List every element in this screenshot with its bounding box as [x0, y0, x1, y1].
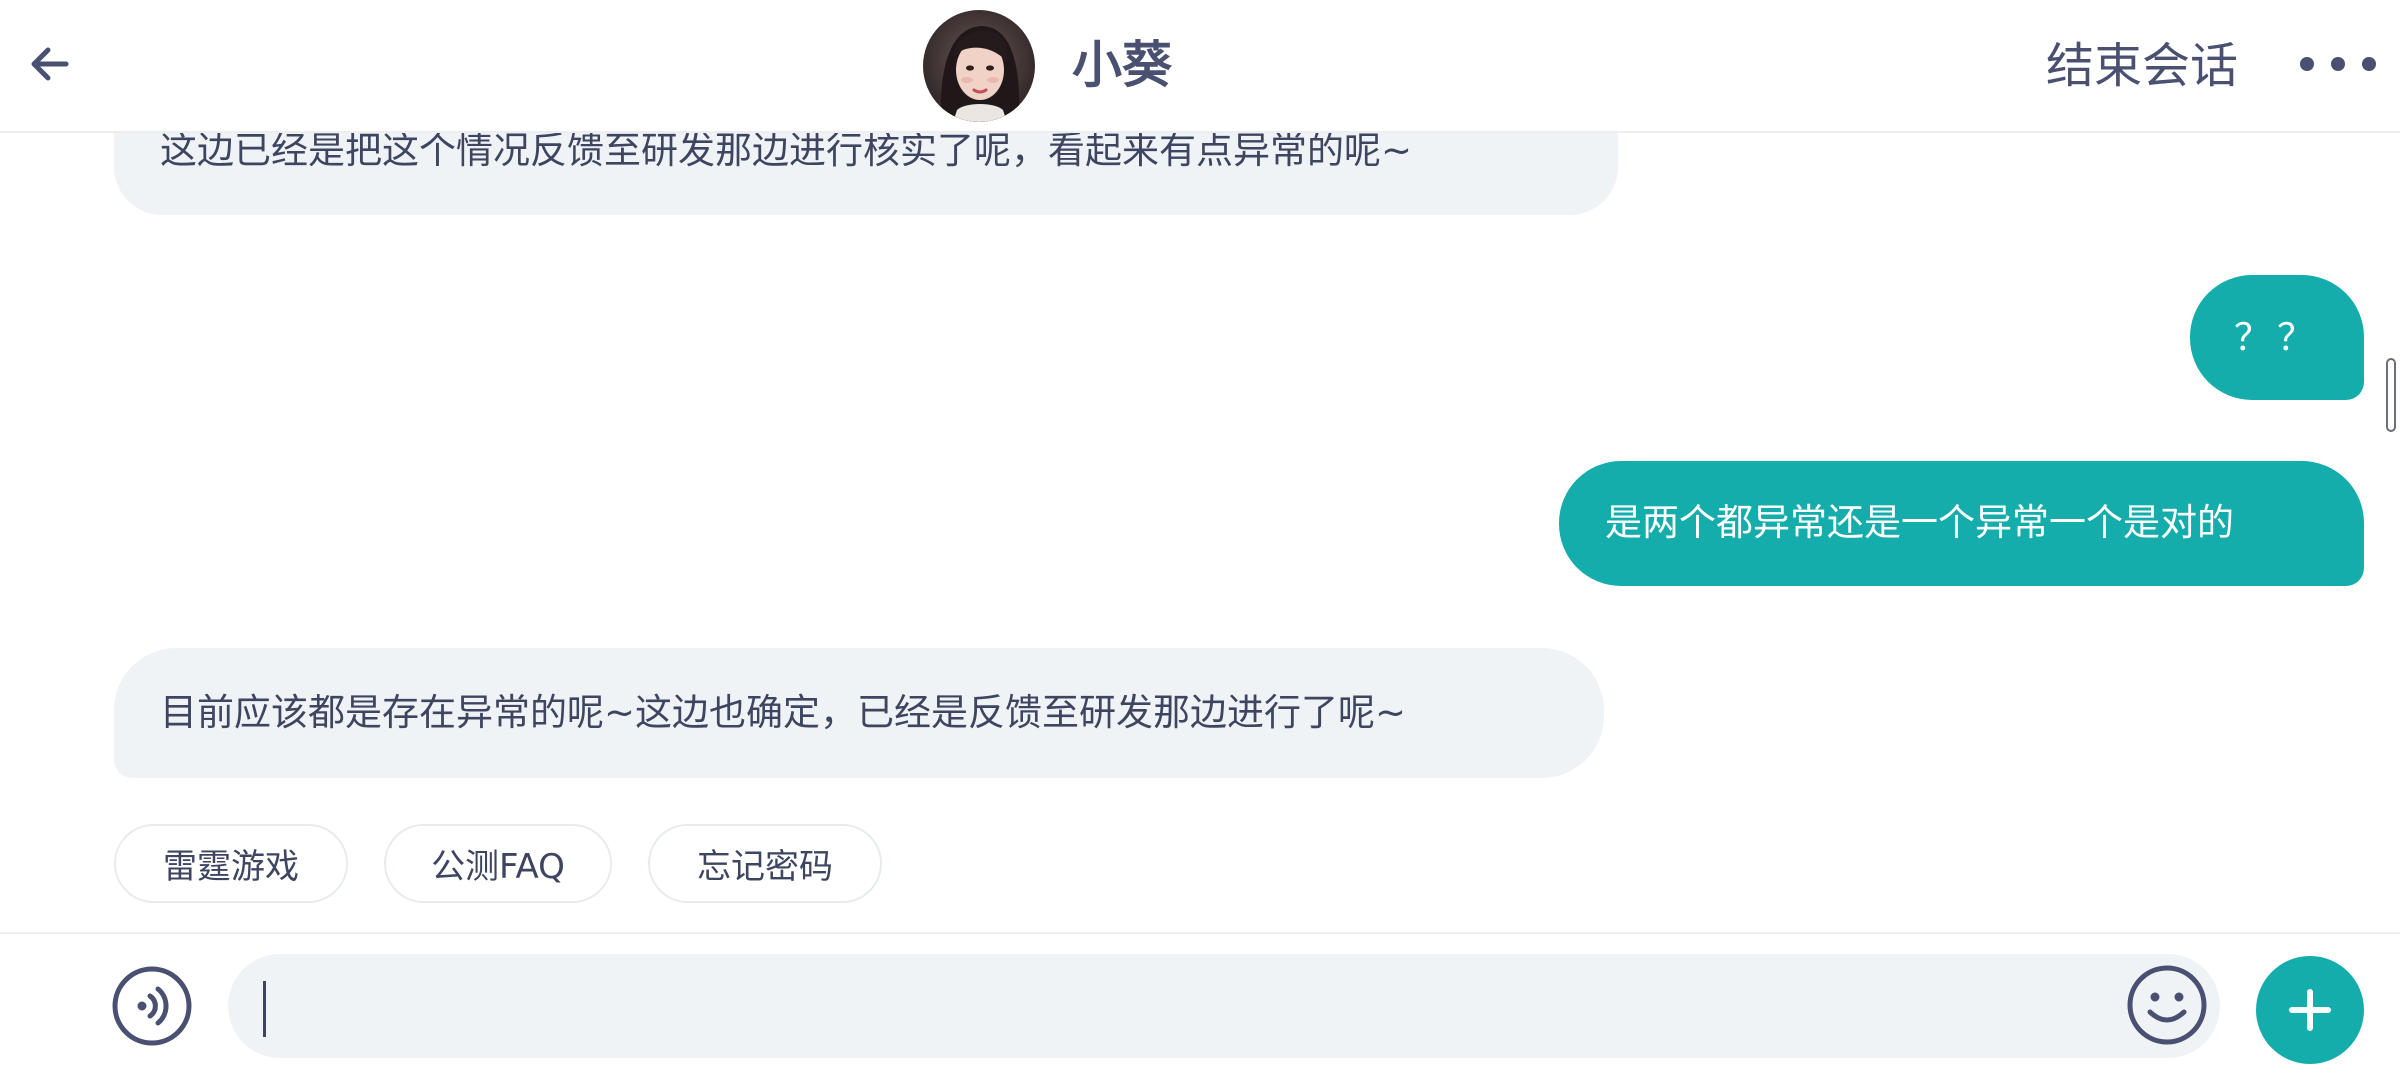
more-dot	[2300, 57, 2314, 71]
more-options-button[interactable]	[2300, 42, 2376, 86]
avatar[interactable]	[923, 10, 1035, 122]
user-message: 是两个都异常还是一个异常一个是对的	[1559, 461, 2364, 586]
more-dot	[2362, 57, 2376, 71]
chat-screen: 这边已经是把这个情况反馈至研发那边进行核实了呢，看起来有点异常的呢~ ？？ 是两…	[0, 0, 2400, 1080]
agent-name: 小葵	[1072, 36, 1172, 94]
message-text: 是两个都异常还是一个异常一个是对的	[1605, 501, 2234, 544]
quick-reply-chip[interactable]: 雷霆游戏	[114, 824, 348, 903]
message-text: 目前应该都是存在异常的呢~这边也确定，已经是反馈至研发那边进行了呢~	[160, 691, 1407, 734]
quick-reply-chip[interactable]: 公测FAQ	[384, 824, 612, 903]
quick-reply-chip[interactable]: 忘记密码	[648, 824, 882, 903]
voice-button[interactable]	[112, 966, 192, 1046]
chip-label: 公测FAQ	[431, 847, 565, 887]
scrollbar-thumb[interactable]	[2386, 358, 2396, 432]
emoji-button[interactable]	[2126, 964, 2208, 1046]
end-session-button[interactable]: 结束会话	[2046, 34, 2238, 98]
text-caret	[263, 981, 266, 1037]
input-bar	[0, 932, 2400, 1080]
user-message: ？？	[2190, 275, 2364, 400]
emoji-icon	[2127, 965, 2207, 1045]
voice-icon	[112, 966, 192, 1046]
chip-label: 忘记密码	[697, 847, 833, 887]
arrow-left-icon	[31, 47, 69, 81]
message-input[interactable]	[228, 954, 2220, 1058]
back-button[interactable]	[22, 36, 78, 92]
plus-icon	[2289, 989, 2331, 1031]
avatar-portrait-icon	[923, 10, 1035, 122]
chat-header: 小葵 结束会话	[0, 0, 2400, 133]
message-text: ？？	[2234, 315, 2320, 359]
agent-message: 目前应该都是存在异常的呢~这边也确定，已经是反馈至研发那边进行了呢~	[114, 648, 1604, 778]
message-text: 这边已经是把这个情况反馈至研发那边进行核实了呢，看起来有点异常的呢~	[160, 129, 1412, 172]
add-attachment-button[interactable]	[2256, 956, 2364, 1064]
chip-label: 雷霆游戏	[163, 847, 299, 887]
more-dot	[2331, 57, 2345, 71]
